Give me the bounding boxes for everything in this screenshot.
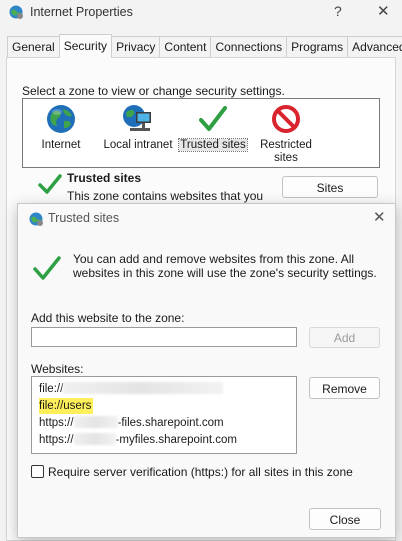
tab-general[interactable]: General	[7, 36, 60, 58]
internet-options-icon	[29, 212, 43, 226]
tab-privacy[interactable]: Privacy	[111, 36, 161, 58]
tab-programs[interactable]: Programs	[286, 36, 349, 58]
list-item[interactable]: file://	[39, 381, 224, 397]
zone-label: Internet	[41, 139, 81, 151]
zone-selector: Internet Local intranet Trusted sites Re…	[22, 98, 380, 168]
globe-icon	[47, 105, 75, 133]
list-item[interactable]: https:// -files.sharepoint.com	[39, 415, 224, 431]
window-close-button[interactable]: ✕	[377, 2, 390, 20]
site-prefix: file://users	[39, 400, 92, 412]
list-item[interactable]: file://users	[39, 398, 94, 414]
server-verification-checkbox[interactable]	[31, 465, 44, 478]
redacted-text	[63, 382, 224, 394]
zone-local-intranet[interactable]: Local intranet	[99, 103, 177, 152]
websites-label: Websites:	[31, 362, 84, 376]
zone-label: Trusted sites	[178, 138, 248, 152]
zone-prompt: Select a zone to view or change security…	[22, 84, 285, 98]
dialog-title: Trusted sites	[48, 211, 120, 225]
zone-internet[interactable]: Internet	[31, 103, 91, 152]
server-verification-label: Require server verification (https:) for…	[48, 465, 353, 479]
tab-security[interactable]: Security	[58, 34, 113, 58]
window-title: Internet Properties	[30, 5, 133, 19]
sites-button[interactable]: Sites	[282, 176, 378, 198]
remove-button[interactable]: Remove	[309, 377, 380, 399]
zone-trusted-sites[interactable]: Trusted sites	[178, 103, 248, 152]
trusted-sites-dialog: Trusted sites ✕ You can add and remove w…	[17, 203, 396, 538]
add-button[interactable]: Add	[309, 327, 380, 348]
zone-label: Local intranet	[103, 139, 173, 151]
checkmark-icon	[199, 106, 227, 131]
zone-label: Restricted sites	[260, 139, 312, 164]
network-computer-icon	[123, 105, 151, 131]
site-prefix: https://	[39, 434, 74, 446]
websites-list[interactable]: file:// file://users https:// -files.shar…	[31, 376, 297, 454]
help-button[interactable]: ?	[334, 3, 342, 19]
internet-options-icon	[9, 5, 23, 19]
list-item[interactable]: https:// -myfiles.sharepoint.com	[39, 432, 237, 448]
title-bar: Internet Properties ? ✕	[0, 0, 402, 26]
dialog-info-text: You can add and remove websites from thi…	[73, 252, 377, 280]
redacted-text	[73, 416, 118, 428]
add-website-input[interactable]	[31, 327, 297, 347]
close-button[interactable]: Close	[309, 508, 381, 530]
tab-connections[interactable]: Connections	[210, 36, 288, 58]
zone-heading: Trusted sites	[67, 171, 142, 185]
tab-advanced[interactable]: Advanced	[347, 36, 402, 58]
site-suffix: -files.sharepoint.com	[117, 417, 224, 429]
dialog-close-icon[interactable]: ✕	[373, 208, 386, 226]
site-prefix: https://	[39, 417, 74, 429]
prohibited-icon	[272, 105, 300, 133]
site-suffix: -myfiles.sharepoint.com	[115, 434, 237, 446]
site-prefix: file://	[39, 383, 64, 395]
tab-content[interactable]: Content	[159, 36, 212, 58]
tab-strip: General Security Privacy Content Connect…	[7, 34, 402, 58]
add-website-label: Add this website to the zone:	[31, 311, 185, 325]
zone-restricted-sites[interactable]: Restricted sites	[255, 103, 317, 165]
checkmark-icon	[33, 256, 61, 280]
checkmark-icon	[38, 174, 62, 194]
redacted-text	[73, 433, 116, 445]
zone-description: This zone contains websites that you	[67, 189, 264, 203]
